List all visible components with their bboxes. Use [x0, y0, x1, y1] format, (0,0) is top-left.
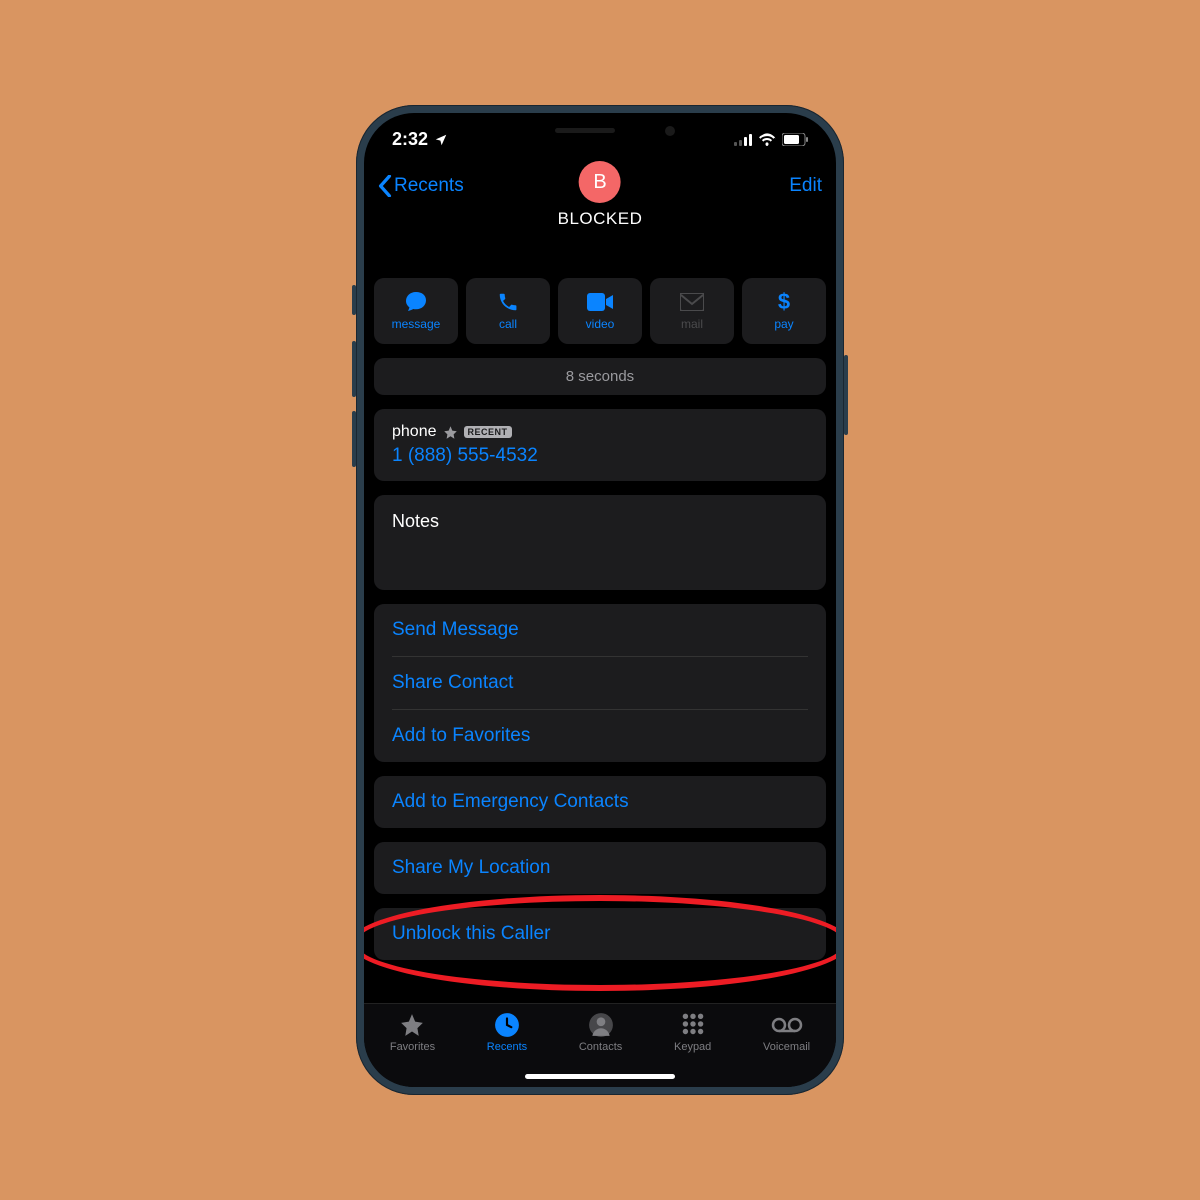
home-indicator[interactable] [525, 1074, 675, 1079]
notes-card[interactable]: Notes [374, 495, 826, 590]
tab-recents[interactable]: Recents [487, 1012, 527, 1087]
share-location-row[interactable]: Share My Location [374, 842, 826, 894]
add-favorites-row[interactable]: Add to Favorites [392, 709, 808, 762]
clock-icon [494, 1012, 520, 1038]
voicemail-icon [771, 1012, 803, 1038]
actions-card: Send Message Share Contact Add to Favori… [374, 604, 826, 762]
pay-icon: $ [778, 291, 790, 313]
back-label: Recents [394, 175, 464, 197]
person-icon [588, 1012, 614, 1038]
phone-icon [497, 291, 519, 313]
mail-label: mail [681, 317, 703, 331]
message-icon [403, 291, 429, 313]
phone-frame: 2:32 B BLOCKED [356, 105, 844, 1095]
recent-badge: RECENT [464, 426, 512, 438]
send-message-row[interactable]: Send Message [392, 604, 808, 656]
tab-voicemail[interactable]: Voicemail [763, 1012, 810, 1087]
message-button[interactable]: message [374, 278, 458, 344]
location-icon [434, 133, 448, 147]
star-icon [443, 425, 458, 440]
share-contact-row[interactable]: Share Contact [392, 656, 808, 709]
screen: 2:32 B BLOCKED [364, 113, 836, 1087]
tab-label: Keypad [674, 1041, 711, 1053]
video-icon [587, 291, 613, 313]
star-icon [398, 1012, 426, 1038]
phone-number[interactable]: 1 (888) 555-4532 [392, 445, 808, 467]
status-time: 2:32 [392, 129, 428, 150]
unblock-row[interactable]: Unblock this Caller [374, 908, 826, 960]
tab-label: Favorites [390, 1041, 435, 1053]
avatar-initial: B [593, 171, 606, 194]
video-button[interactable]: video [558, 278, 642, 344]
call-label: call [499, 317, 517, 331]
contact-header: B BLOCKED [558, 161, 643, 229]
keypad-icon [680, 1012, 706, 1038]
avatar[interactable]: B [579, 161, 621, 203]
tab-label: Contacts [579, 1041, 622, 1053]
call-button[interactable]: call [466, 278, 550, 344]
call-duration: 8 seconds [374, 358, 826, 395]
video-label: video [586, 317, 615, 331]
contact-body[interactable]: message call video mail $ [364, 214, 836, 1003]
tab-favorites[interactable]: Favorites [390, 1012, 435, 1087]
mail-icon [680, 291, 704, 313]
edit-button[interactable]: Edit [789, 175, 822, 197]
tab-keypad[interactable]: Keypad [674, 1012, 711, 1087]
mail-button: mail [650, 278, 734, 344]
notes-label: Notes [392, 511, 439, 531]
notch [485, 113, 715, 148]
contact-name: BLOCKED [558, 209, 643, 229]
quick-actions: message call video mail $ [374, 278, 826, 344]
wifi-icon [758, 133, 776, 146]
back-button[interactable]: Recents [378, 175, 464, 197]
message-label: message [392, 317, 441, 331]
tab-label: Recents [487, 1041, 527, 1053]
pay-button[interactable]: $ pay [742, 278, 826, 344]
pay-label: pay [774, 317, 793, 331]
emergency-row[interactable]: Add to Emergency Contacts [374, 776, 826, 828]
battery-icon [782, 133, 808, 146]
phone-field-label: phone [392, 423, 437, 441]
tab-label: Voicemail [763, 1041, 810, 1053]
cellular-icon [734, 134, 752, 146]
phone-card[interactable]: phone RECENT 1 (888) 555-4532 [374, 409, 826, 481]
